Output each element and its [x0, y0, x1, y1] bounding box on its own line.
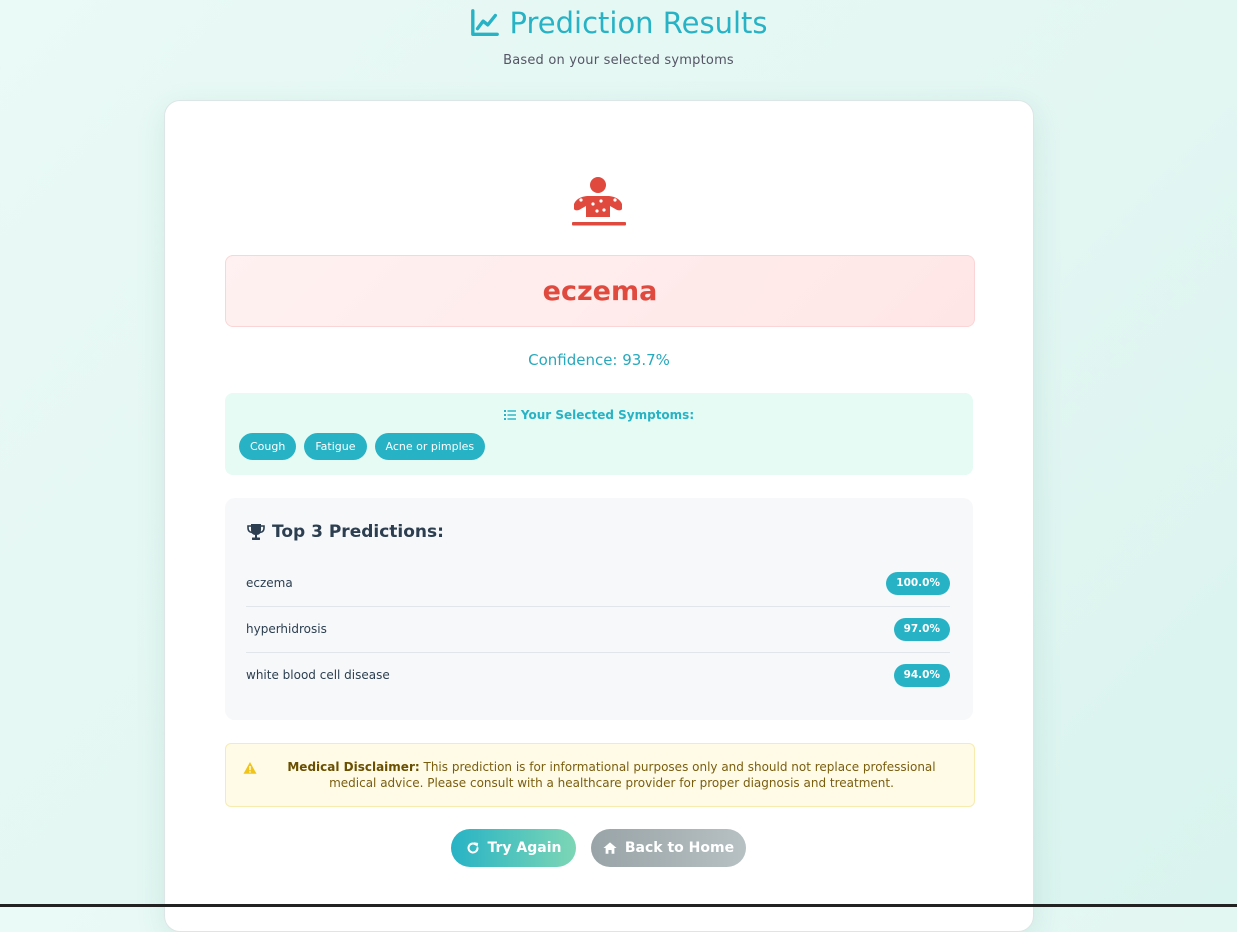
disclaimer-body: This prediction is for informational pur… [329, 760, 936, 790]
confidence-text: Confidence: 93.7% [528, 351, 670, 369]
symptom-chip: Fatigue [304, 433, 367, 460]
symptoms-title: Your Selected Symptoms: [225, 408, 973, 422]
prediction-name: white blood cell disease [246, 668, 390, 682]
try-again-button[interactable]: Try Again [451, 829, 576, 867]
prediction-percent-badge: 97.0% [893, 617, 950, 641]
symptom-chip: Cough [239, 433, 297, 460]
symptom-chip: Acne or pimples [374, 433, 486, 460]
list-icon [503, 410, 516, 420]
prediction-row: eczema 100.0% [246, 560, 950, 607]
chart-line-icon [470, 9, 499, 36]
disclaimer-label: Medical Disclaimer: [287, 760, 420, 774]
patient-icon [572, 177, 626, 226]
try-again-label: Try Again [487, 840, 562, 856]
predictions-title: Top 3 Predictions: [246, 522, 444, 542]
prediction-row: white blood cell disease 94.0% [246, 652, 950, 698]
page-header: Prediction Results Based on your selecte… [0, 0, 1237, 68]
prediction-percent-badge: 100.0% [886, 571, 950, 595]
selected-symptoms-panel: Your Selected Symptoms: Cough Fatigue Ac… [225, 393, 973, 475]
redo-icon [467, 842, 479, 854]
disease-result-box: eczema [225, 255, 975, 327]
top-predictions-panel: Top 3 Predictions: eczema 100.0% hyperhi… [225, 498, 973, 720]
disease-name: eczema [542, 275, 658, 307]
symptoms-title-text: Your Selected Symptoms: [520, 408, 695, 422]
prediction-name: hyperhidrosis [246, 622, 327, 636]
medical-disclaimer: Medical Disclaimer: This prediction is f… [225, 743, 975, 807]
back-to-home-label: Back to Home [624, 840, 735, 856]
trophy-icon [247, 524, 265, 540]
prediction-name: eczema [246, 576, 293, 590]
result-card: eczema Confidence: 93.7% Your Selected S… [164, 100, 1034, 932]
back-to-home-button[interactable]: Back to Home [591, 829, 746, 867]
warning-icon [243, 762, 257, 774]
page-title: Prediction Results [0, 5, 1237, 41]
predictions-title-text: Top 3 Predictions: [272, 522, 444, 542]
page-title-text: Prediction Results [509, 6, 768, 40]
prediction-row: hyperhidrosis 97.0% [246, 606, 950, 653]
home-icon [603, 842, 617, 854]
page-subtitle: Based on your selected symptoms [503, 53, 734, 68]
disclaimer-text: Medical Disclaimer: This prediction is f… [226, 759, 974, 791]
symptom-chips: Cough Fatigue Acne or pimples [239, 433, 973, 460]
prediction-percent-badge: 94.0% [893, 663, 950, 687]
